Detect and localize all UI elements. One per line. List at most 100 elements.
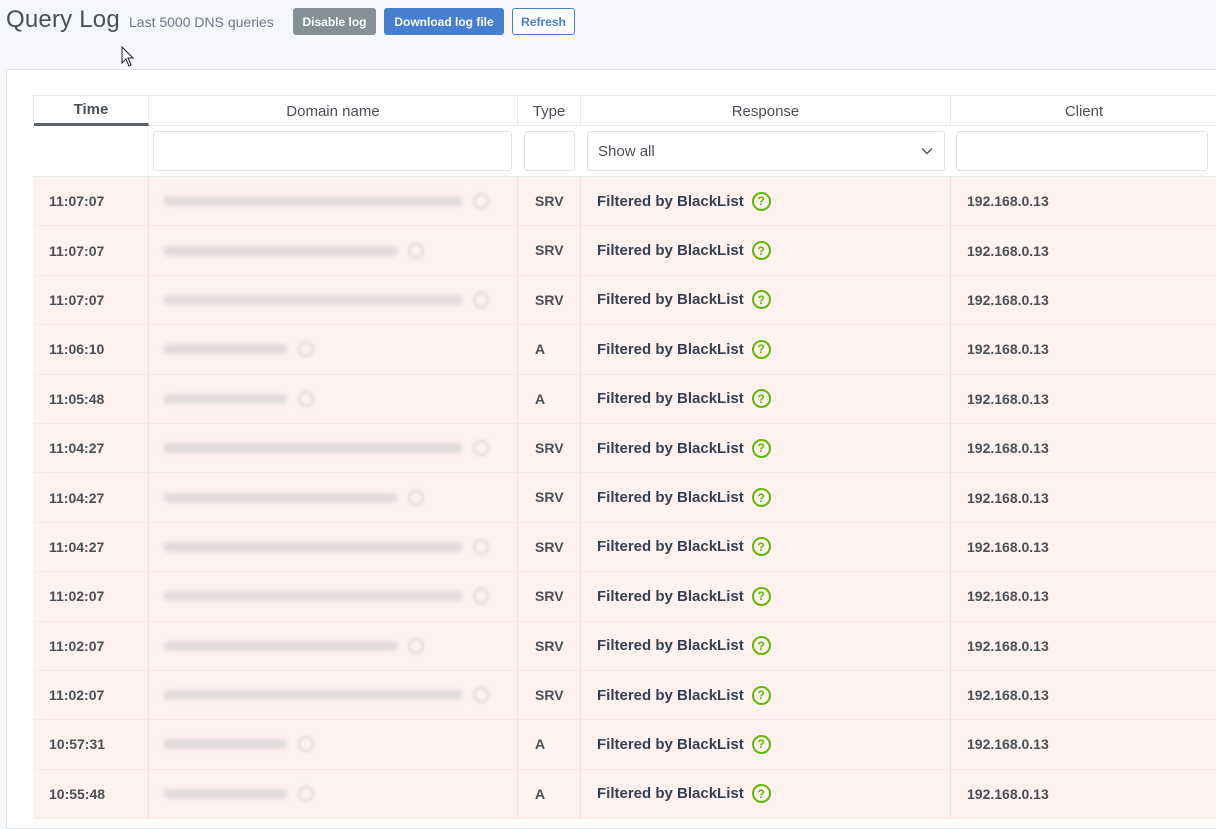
redacted-domain-text (163, 443, 463, 454)
cell-type: SRV (535, 439, 564, 456)
cell-time: 11:04:27 (49, 489, 105, 506)
column-separator (148, 374, 149, 423)
column-header-domain[interactable]: Domain name (149, 96, 518, 126)
cell-domain-redacted (163, 720, 314, 768)
question-circle-icon[interactable]: ? (751, 488, 771, 508)
cell-domain-redacted (163, 177, 489, 225)
column-separator (950, 670, 951, 720)
info-icon (473, 687, 489, 704)
column-header-type[interactable]: Type (518, 96, 581, 126)
time-filter-cell (33, 126, 148, 177)
info-icon (298, 341, 314, 358)
redacted-domain-text (163, 591, 463, 602)
redacted-domain-text (163, 393, 288, 404)
response-text: Filtered by BlackList (597, 489, 744, 507)
cell-domain-redacted (163, 671, 489, 719)
cell-response: Filtered by BlackList? (597, 622, 771, 670)
response-text: Filtered by BlackList (597, 538, 744, 556)
question-circle-icon[interactable]: ? (751, 636, 771, 656)
info-icon (298, 390, 314, 407)
cell-type: A (535, 736, 546, 753)
column-separator (580, 670, 581, 720)
column-header-time[interactable]: Time (34, 96, 149, 126)
column-separator (148, 423, 149, 473)
table-row[interactable]: 11:07:07 SRV Filtered by BlackList? 192.168… (33, 275, 1216, 326)
chevron-down-icon (921, 148, 933, 155)
question-circle-icon[interactable]: ? (751, 586, 771, 606)
column-separator (517, 522, 518, 572)
cell-time: 11:07:07 (49, 242, 105, 259)
question-circle-icon[interactable]: ? (751, 290, 771, 310)
table-row[interactable]: 11:07:07 SRV Filtered by BlackList? 192.168… (33, 177, 1216, 227)
column-separator (950, 423, 951, 473)
type-filter-input[interactable] (524, 131, 575, 171)
domain-filter-input[interactable] (153, 131, 512, 171)
question-circle-icon[interactable]: ? (751, 438, 771, 458)
column-separator (580, 769, 581, 819)
download-log-button[interactable]: Download log file (384, 8, 504, 35)
column-header-client[interactable]: Client (951, 96, 1216, 126)
table-row[interactable]: 11:04:27 SRV Filtered by BlackList? 192.168… (33, 473, 1216, 523)
column-separator (517, 670, 518, 720)
redacted-domain-text (163, 541, 463, 552)
cell-client: 192.168.0.13 (967, 193, 1049, 210)
column-separator (950, 473, 951, 522)
column-separator (148, 275, 149, 325)
question-circle-icon[interactable]: ? (751, 685, 771, 705)
disable-log-button[interactable]: Disable log (293, 8, 376, 35)
column-separator (517, 226, 518, 275)
redacted-domain-text (163, 690, 463, 701)
cell-response: Filtered by BlackList? (597, 276, 771, 324)
cell-response: Filtered by BlackList? (597, 325, 771, 373)
cell-domain-redacted (163, 375, 314, 423)
question-circle-icon[interactable]: ? (751, 784, 771, 804)
cell-time: 11:02:07 (49, 588, 105, 605)
cell-client: 192.168.0.13 (967, 687, 1049, 704)
column-separator (950, 325, 951, 374)
column-header-response[interactable]: Response (581, 96, 951, 126)
table-row[interactable]: 11:02:07 SRV Filtered by BlackList? 192.168… (33, 670, 1216, 721)
cell-client: 192.168.0.13 (967, 242, 1049, 259)
question-circle-icon[interactable]: ? (751, 191, 771, 211)
mouse-cursor-icon (121, 46, 135, 67)
table-row[interactable]: 10:55:48 A Filtered by BlackList? 192.168.0… (33, 769, 1216, 820)
cell-response: Filtered by BlackList? (597, 572, 771, 620)
redacted-domain-text (163, 344, 288, 355)
question-circle-icon[interactable]: ? (751, 241, 771, 261)
cell-response: Filtered by BlackList? (597, 375, 771, 423)
redacted-domain-text (163, 492, 398, 503)
table-row[interactable]: 11:04:27 SRV Filtered by BlackList? 192.168… (33, 423, 1216, 474)
column-separator (517, 572, 518, 621)
cell-domain-redacted (163, 276, 489, 324)
column-separator (148, 473, 149, 522)
question-circle-icon[interactable]: ? (751, 339, 771, 359)
info-icon (298, 785, 314, 802)
response-text: Filtered by BlackList (597, 637, 744, 655)
column-separator (950, 769, 951, 819)
column-separator (148, 177, 149, 226)
table-row[interactable]: 11:04:27 SRV Filtered by BlackList? 192.168… (33, 522, 1216, 573)
cell-client: 192.168.0.13 (967, 736, 1049, 753)
cell-client: 192.168.0.13 (967, 489, 1049, 506)
table-row[interactable]: 11:02:07 SRV Filtered by BlackList? 192.168… (33, 572, 1216, 622)
cell-type: SRV (535, 489, 564, 506)
info-icon (473, 291, 489, 308)
response-filter-select[interactable]: Show all (587, 131, 945, 171)
cell-time: 11:07:07 (49, 193, 105, 210)
table-row[interactable]: 11:05:48 A Filtered by BlackList? 192.168.0… (33, 374, 1216, 424)
table-row[interactable]: 10:57:31 A Filtered by BlackList? 192.168.0… (33, 720, 1216, 770)
column-separator (148, 226, 149, 275)
table-row[interactable]: 11:07:07 SRV Filtered by BlackList? 192.168… (33, 226, 1216, 276)
cell-response: Filtered by BlackList? (597, 226, 771, 274)
cell-type: A (535, 390, 546, 407)
question-circle-icon[interactable]: ? (751, 734, 771, 754)
cell-client: 192.168.0.13 (967, 291, 1049, 308)
question-circle-icon[interactable]: ? (751, 389, 771, 409)
refresh-button[interactable]: Refresh (512, 8, 575, 35)
redacted-domain-text (163, 196, 463, 207)
question-circle-icon[interactable]: ? (751, 537, 771, 557)
client-filter-input[interactable] (956, 131, 1208, 171)
column-separator (148, 621, 149, 670)
table-row[interactable]: 11:06:10 A Filtered by BlackList? 192.168.0… (33, 325, 1216, 375)
table-row[interactable]: 11:02:07 SRV Filtered by BlackList? 192.168… (33, 621, 1216, 671)
